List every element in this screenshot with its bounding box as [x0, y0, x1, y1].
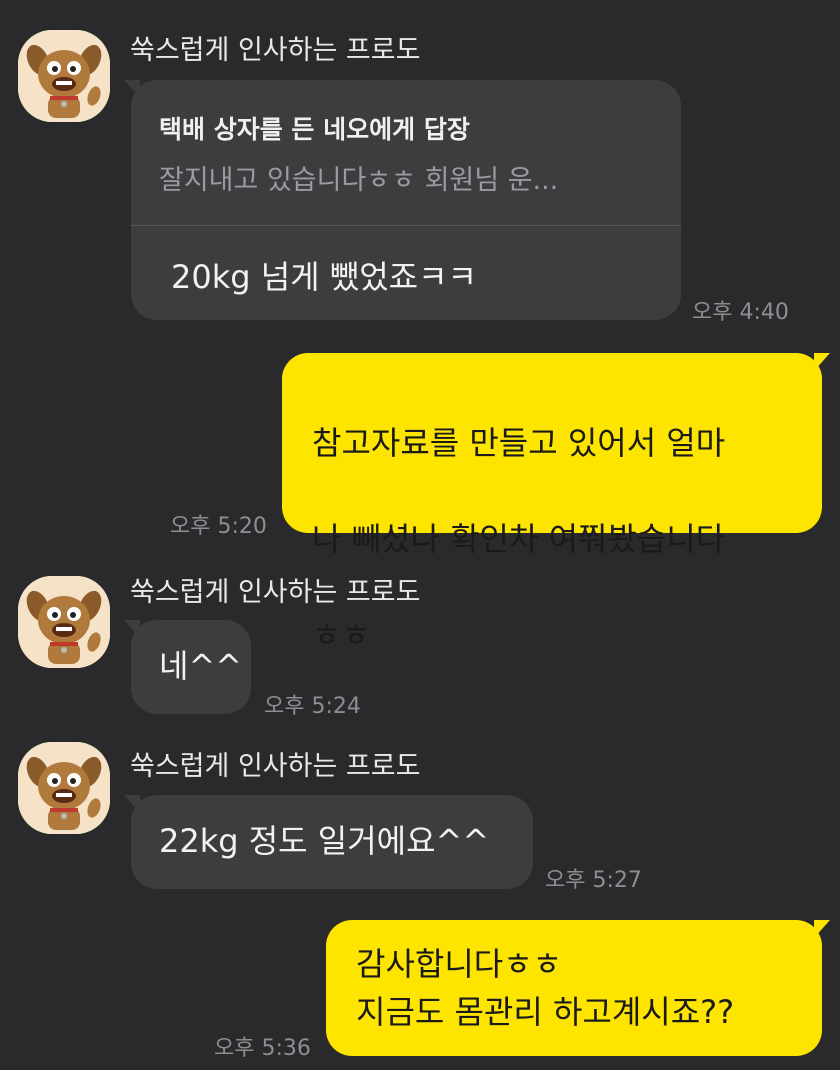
message-time: 오후 5:36	[214, 1036, 311, 1061]
reply-message-bubble[interactable]: 택배 상자를 든 네오에게 답장 잘지내고 있습니다ㅎㅎ 회원님 운... 20…	[131, 80, 681, 320]
message-text: 참고자료를 만들고 있어서 얼마 나 빼셨나 확인차 여쭤봤습니다 ㅎㅎ	[312, 371, 725, 707]
sender-avatar[interactable]	[18, 30, 110, 122]
bubble-tail	[814, 920, 830, 938]
reply-divider	[131, 225, 681, 226]
dog-avatar-icon	[18, 742, 110, 834]
message-time: 오후 5:20	[170, 514, 267, 539]
message-time: 오후 5:24	[264, 694, 361, 719]
dog-avatar-icon	[18, 576, 110, 668]
sender-avatar[interactable]	[18, 742, 110, 834]
sent-message-bubble[interactable]: 감사합니다ㅎㅎ 지금도 몸관리 하고계시죠??	[326, 920, 822, 1056]
message-text: 네^^	[159, 647, 243, 685]
message-line: 나 빼셨나 확인차 여쭤봤습니다	[312, 520, 726, 558]
message-line: 감사합니다ㅎㅎ	[356, 945, 563, 983]
dog-avatar-icon	[18, 30, 110, 122]
reply-to-preview[interactable]: 잘지내고 있습니다ㅎㅎ 회원님 운...	[159, 158, 558, 197]
reply-to-title[interactable]: 택배 상자를 든 네오에게 답장	[159, 110, 470, 146]
message-line: 지금도 몸관리 하고계시죠??	[356, 993, 735, 1031]
message-line: ㅎㅎ	[312, 616, 371, 654]
message-time: 오후 5:27	[545, 868, 642, 893]
message-text: 22kg 정도 일거에요^^	[159, 822, 490, 860]
received-message-bubble[interactable]: 22kg 정도 일거에요^^	[131, 795, 533, 889]
message-time: 오후 4:40	[692, 300, 789, 325]
message-line: 참고자료를 만들고 있어서 얼마	[312, 424, 726, 462]
sender-name: 쑥스럽게 인사하는 프로도	[130, 751, 421, 782]
received-message-bubble[interactable]: 네^^	[131, 620, 251, 714]
bubble-tail	[814, 353, 830, 371]
sender-avatar[interactable]	[18, 576, 110, 668]
sender-name: 쑥스럽게 인사하는 프로도	[130, 35, 421, 66]
message-text: 감사합니다ㅎㅎ 지금도 몸관리 하고계시죠??	[356, 940, 734, 1036]
message-text: 20kg 넘게 뺐었죠ㅋㅋ	[171, 258, 477, 296]
sender-name: 쑥스럽게 인사하는 프로도	[130, 577, 421, 608]
sent-message-bubble[interactable]: 참고자료를 만들고 있어서 얼마 나 빼셨나 확인차 여쭤봤습니다 ㅎㅎ	[282, 353, 822, 654]
